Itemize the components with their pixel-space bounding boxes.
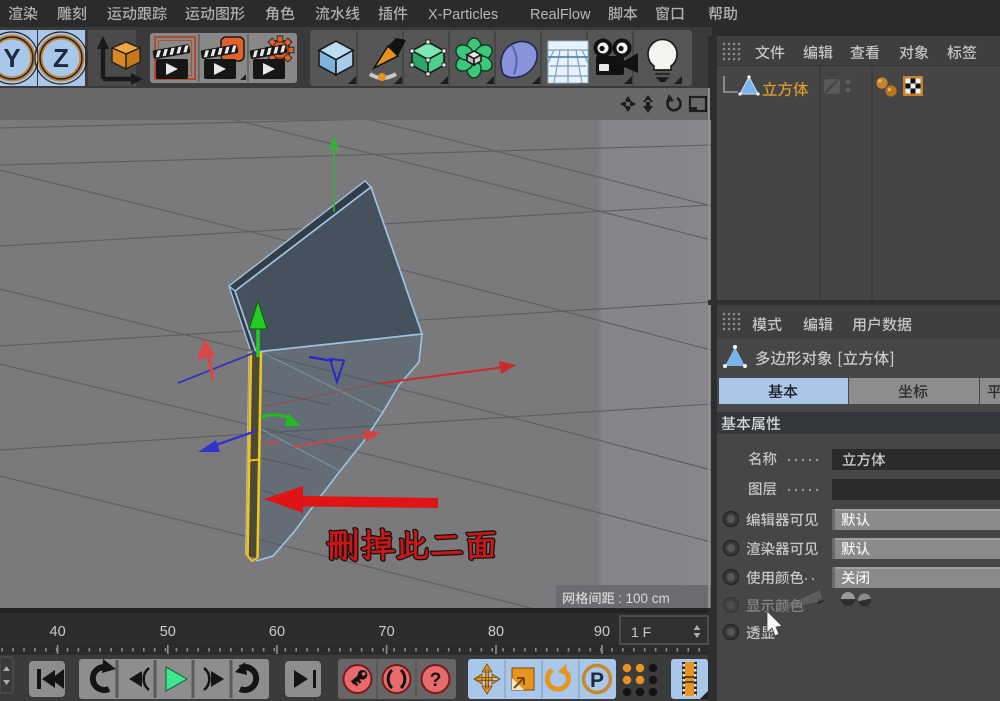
- svg-text:RealFlow: RealFlow: [530, 7, 591, 23]
- svg-text:40: 40: [50, 624, 66, 640]
- svg-text:60: 60: [269, 624, 285, 640]
- svg-text:X-Particles: X-Particles: [428, 7, 498, 23]
- svg-text:70: 70: [379, 624, 395, 640]
- svg-text:Y: Y: [3, 43, 20, 73]
- svg-text:?: ?: [430, 670, 442, 691]
- svg-text:P: P: [590, 669, 604, 692]
- svg-text:50: 50: [160, 624, 176, 640]
- svg-text:1 F: 1 F: [631, 624, 651, 640]
- svg-text:Z: Z: [53, 43, 69, 73]
- svg-text:: 100 cm: : 100 cm: [618, 591, 670, 606]
- svg-text:90: 90: [594, 624, 610, 640]
- svg-text:80: 80: [488, 624, 504, 640]
